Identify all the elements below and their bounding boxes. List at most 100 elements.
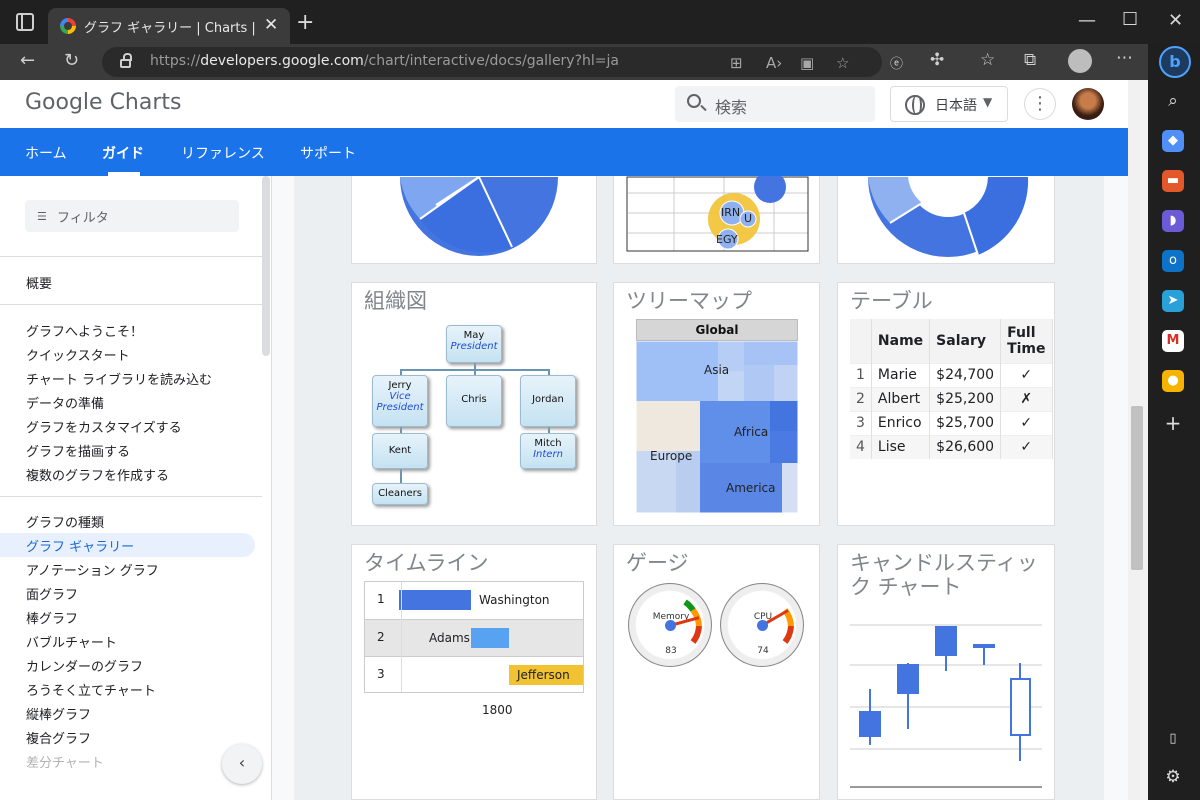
sidebar-item[interactable]: 複合グラフ — [26, 728, 91, 747]
sidebar-item[interactable]: データの準備 — [26, 393, 104, 412]
add-favorite-icon[interactable]: ☆ — [836, 54, 849, 72]
sidebar-item[interactable]: カレンダーのグラフ — [26, 656, 143, 675]
table-card[interactable]: テーブル Name Salary Full Time 1 Marie $24,7… — [837, 282, 1055, 526]
scrollbar-thumb[interactable] — [1131, 406, 1143, 570]
sidebar-item[interactable]: ろうそく立てチャート — [26, 680, 156, 699]
sidebar-section-chart-types[interactable]: グラフの種類 — [26, 512, 104, 531]
filter-icon: ☰ — [37, 210, 47, 223]
bing-copilot-icon[interactable]: b — [1159, 46, 1191, 78]
tab-home[interactable]: ホーム — [25, 143, 67, 163]
sidebar-item[interactable]: 面グラフ — [26, 584, 78, 603]
web-page: Google Charts 検索 日本語 ▼ ⋮ ホーム ガイド リファレンス … — [0, 80, 1148, 800]
address-bar[interactable]: https://developers.google.com/chart/inte… — [102, 47, 882, 77]
search-icon[interactable]: ⌕ — [1162, 90, 1184, 112]
extension-icon[interactable]: ⓔ — [890, 53, 903, 72]
lock-icon[interactable] — [120, 53, 132, 68]
sidebar-item[interactable]: クイックスタート — [26, 345, 130, 364]
bubble-chart-card[interactable]: IRN EGY U — [613, 176, 820, 264]
table-cell: $24,700 — [929, 362, 1002, 387]
sidebar-item[interactable]: バブルチャート — [26, 632, 117, 651]
outlook-icon[interactable]: o — [1162, 250, 1184, 272]
card-title: ゲージ — [626, 551, 689, 575]
collections-icon[interactable]: ⧉ — [1024, 50, 1036, 70]
timeline-bar[interactable] — [399, 590, 471, 610]
immersive-reader-icon[interactable]: ▣ — [800, 54, 814, 72]
keep-icon[interactable]: ● — [1162, 370, 1184, 392]
timeline-bar[interactable] — [471, 628, 509, 648]
timeline-card[interactable]: タイムライン 1 Washington 2 Adams 3 Jefferson … — [351, 544, 597, 800]
telegram-icon[interactable]: ➤ — [1162, 290, 1184, 312]
profile-avatar[interactable] — [1068, 49, 1092, 73]
page-scrollbar[interactable] — [1128, 80, 1148, 800]
sidebar-item[interactable]: 差分チャート — [26, 752, 104, 771]
shopping-tag-icon[interactable]: ◆ — [1162, 130, 1184, 152]
sidebar-item[interactable]: グラフをカスタマイズする — [26, 417, 182, 436]
collapse-sidebar-button[interactable]: ‹ — [222, 744, 262, 784]
sidebar-item[interactable]: チャート ライブラリを読み込む — [26, 369, 212, 388]
sidebar-scrollbar[interactable] — [262, 176, 270, 356]
back-icon[interactable]: ← — [20, 50, 35, 71]
tab-guide[interactable]: ガイド — [102, 143, 144, 163]
divider — [0, 496, 262, 497]
treemap-label: Europe — [650, 449, 693, 463]
gmail-icon[interactable]: M — [1162, 330, 1184, 352]
browser-tab[interactable]: グラフ ギャラリー | Charts | Google for Develope… — [48, 8, 290, 44]
pie-chart-card[interactable] — [351, 176, 597, 264]
workspaces-icon[interactable] — [16, 13, 34, 31]
sidebar-settings-icon[interactable]: ⚙ — [1162, 766, 1184, 788]
url-text[interactable]: https://developers.google.com/chart/inte… — [150, 53, 619, 69]
filter-input[interactable]: ☰ フィルタ — [25, 200, 239, 232]
site-nav: ホーム ガイド リファレンス サポート — [0, 128, 1128, 176]
sidebar-item[interactable]: グラフへようこそ！ — [26, 321, 143, 340]
hide-sidebar-icon[interactable]: ▯ — [1162, 728, 1184, 750]
org-node-chris: Chris — [446, 375, 502, 427]
sidebar-item[interactable]: 棒グラフ — [26, 608, 78, 627]
candlestick-card[interactable]: キャンドルスティック チャート — [837, 544, 1055, 800]
window-close-icon[interactable]: ✕ — [1168, 10, 1183, 31]
more-vert-icon[interactable]: ⋮ — [1024, 88, 1056, 120]
orgchart-card[interactable]: 組織図 May President Jerry Vice President Chr… — [351, 282, 597, 526]
table-cell: ✓ — [1000, 410, 1053, 435]
bubble-label: U — [744, 212, 753, 225]
sidebar-item-gallery[interactable]: グラフ ギャラリー — [26, 536, 134, 555]
maximize-icon[interactable]: ☐ — [1122, 9, 1138, 30]
table-header-cell[interactable]: Name — [871, 319, 931, 363]
favorites-icon[interactable]: ☆ — [980, 50, 995, 70]
minimize-icon[interactable]: — — [1078, 10, 1096, 31]
gauge-cpu: CPU 74 — [720, 583, 804, 667]
google-favicon-icon — [60, 18, 76, 34]
docs-sidebar: ☰ フィルタ 概要 グラフへようこそ！ クイックスタート チャート ライブラリを… — [0, 176, 272, 800]
refresh-icon[interactable]: ↻ — [64, 50, 79, 71]
search-box[interactable]: 検索 — [675, 86, 875, 122]
sidebar-item[interactable]: グラフを描画する — [26, 441, 130, 460]
table-header-cell[interactable]: Salary — [929, 319, 1002, 363]
table-header-cell[interactable]: Full Time — [1000, 319, 1053, 363]
tab-reference[interactable]: リファレンス — [181, 143, 265, 163]
app-available-icon[interactable]: ⊞ — [730, 54, 743, 72]
tab-support[interactable]: サポート — [300, 143, 356, 163]
pie-chart-thumbnail — [400, 176, 558, 256]
sidebar-item[interactable]: アノテーション グラフ — [26, 560, 159, 579]
browser-window: グラフ ギャラリー | Charts | Google for Develope… — [0, 0, 1200, 800]
divider — [0, 304, 262, 305]
sidebar-item[interactable]: 複数のグラフを作成する — [26, 465, 169, 484]
site-logo[interactable]: Google Charts — [25, 90, 182, 115]
close-tab-icon[interactable]: ✕ — [264, 15, 278, 35]
user-avatar[interactable] — [1072, 88, 1104, 120]
table-header-cell — [850, 319, 872, 363]
microsoft365-icon[interactable]: ◗ — [1162, 210, 1184, 232]
table-cell: ✗ — [1000, 386, 1053, 411]
read-aloud-icon[interactable]: A› — [766, 54, 782, 72]
add-sidebar-app-icon[interactable]: + — [1162, 412, 1184, 434]
extensions-puzzle-icon[interactable]: ✣ — [930, 50, 944, 70]
new-tab-icon[interactable]: + — [296, 10, 314, 35]
gauge-card[interactable]: ゲージ Memory 83 CPU 74 — [613, 544, 820, 800]
sidebar-item[interactable]: 縦棒グラフ — [26, 704, 91, 723]
treemap-card[interactable]: ツリーマップ Global Asia Europe Africa America — [613, 282, 820, 526]
donut-chart-card[interactable] — [837, 176, 1055, 264]
language-selector[interactable]: 日本語 ▼ — [890, 86, 1008, 122]
settings-more-icon[interactable]: ⋯ — [1116, 48, 1133, 68]
sidebar-item-overview[interactable]: 概要 — [26, 273, 52, 292]
tools-icon[interactable]: ▬ — [1162, 170, 1184, 192]
gallery-grid: IRN EGY U 組織図 May President Jerry Vice P… — [294, 176, 1104, 800]
